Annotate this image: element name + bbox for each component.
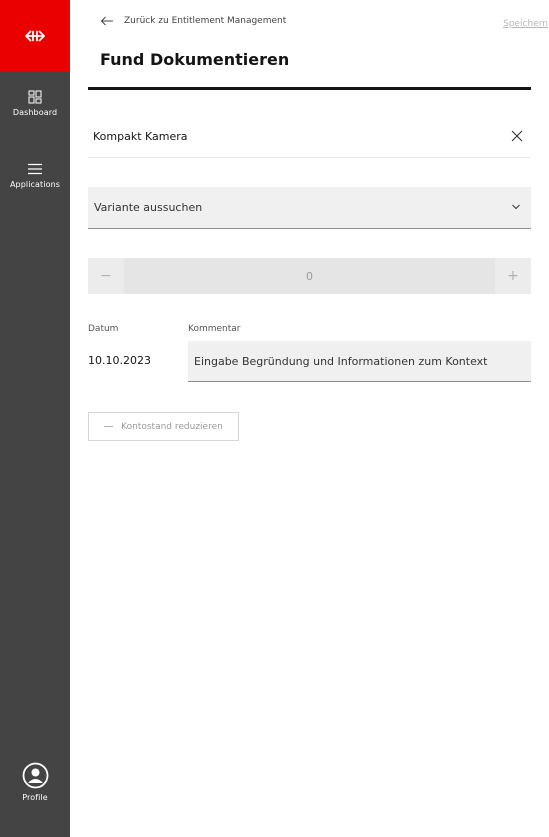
sidebar-item-applications[interactable]: Applications [0, 162, 70, 189]
dashboard-icon [28, 90, 42, 104]
back-link-label: Zurück zu Entitlement Management [124, 16, 287, 26]
title-divider [88, 87, 531, 90]
user-circle-icon [22, 762, 48, 789]
sbb-logo-icon [25, 30, 45, 42]
sidebar-item-label: Applications [9, 180, 61, 189]
top-bar: Zurück zu Entitlement Management Speiche… [100, 16, 548, 36]
hamburger-menu-icon [28, 163, 42, 175]
quantity-value[interactable]: 0 [124, 258, 495, 294]
page-title: Fund Dokumentieren [100, 50, 290, 69]
quantity-stepper: − 0 + [88, 258, 531, 294]
reduce-balance-button[interactable]: Kontostand reduzieren [88, 412, 239, 441]
datum-label: Datum [88, 324, 119, 334]
sidebar-item-profile[interactable]: Profile [0, 762, 70, 802]
datum-value: 10.10.2023 [88, 354, 151, 367]
item-name: Kompakt Kamera [93, 130, 188, 143]
decrement-button[interactable]: − [88, 258, 124, 294]
variant-select-value: Variante aussuchen [94, 201, 203, 214]
brand-logo[interactable] [0, 0, 70, 72]
back-link[interactable]: Zurück zu Entitlement Management [100, 16, 286, 26]
selected-item-row: Kompakt Kamera [88, 116, 531, 158]
increment-button[interactable]: + [495, 258, 531, 294]
kommentar-label: Kommentar [188, 324, 241, 334]
chevron-down-icon [512, 204, 520, 210]
sidebar: Dashboard Applications Profile [0, 0, 70, 837]
arrow-left-icon [100, 16, 113, 26]
main-content: Zurück zu Entitlement Management Speiche… [70, 0, 549, 837]
variant-select[interactable]: Variante aussuchen [88, 187, 531, 229]
sidebar-item-label: Profile [22, 793, 48, 802]
kommentar-field [188, 341, 531, 382]
sidebar-item-dashboard[interactable]: Dashboard [0, 90, 70, 117]
close-icon[interactable] [509, 128, 525, 144]
kommentar-input[interactable] [188, 341, 531, 381]
sidebar-item-label: Dashboard [12, 108, 58, 117]
reduce-balance-label: Kontostand reduzieren [121, 421, 223, 432]
save-button[interactable]: Speichern [503, 19, 548, 29]
minus-icon [104, 426, 114, 427]
